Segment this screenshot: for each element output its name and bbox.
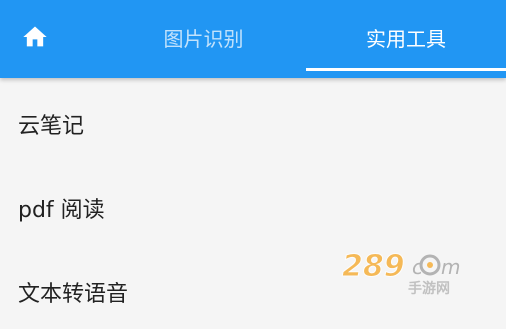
svg-text:c: c [412,255,423,279]
list-item-label: 云笔记 [18,114,85,139]
list-item-label: pdf 阅读 [18,198,105,223]
list-item-pdf-reader[interactable]: pdf 阅读 [0,166,506,250]
svg-text:289: 289 [342,249,405,284]
tab-practical-tools[interactable]: 实用工具 [306,0,506,74]
list-item-cloud-notes[interactable]: 云笔记 [0,78,506,166]
svg-text:手游网: 手游网 [408,280,450,296]
top-tab-bar: 图片识别 实用工具 [0,0,506,78]
tab-label: 图片识别 [163,26,244,51]
app-root: 图片识别 实用工具 云笔记 pdf 阅读 文本转语音 289 c m 手游网 [0,0,506,329]
active-tab-indicator [306,68,506,71]
tab-label: 实用工具 [366,26,446,51]
home-button[interactable] [0,0,70,74]
home-icon [23,26,47,47]
watermark-logo: 289 c m 手游网 [342,249,461,297]
list-item-label: 文本转语音 [18,282,129,307]
svg-text:m: m [441,255,460,279]
tab-image-recognition[interactable]: 图片识别 [101,0,306,74]
